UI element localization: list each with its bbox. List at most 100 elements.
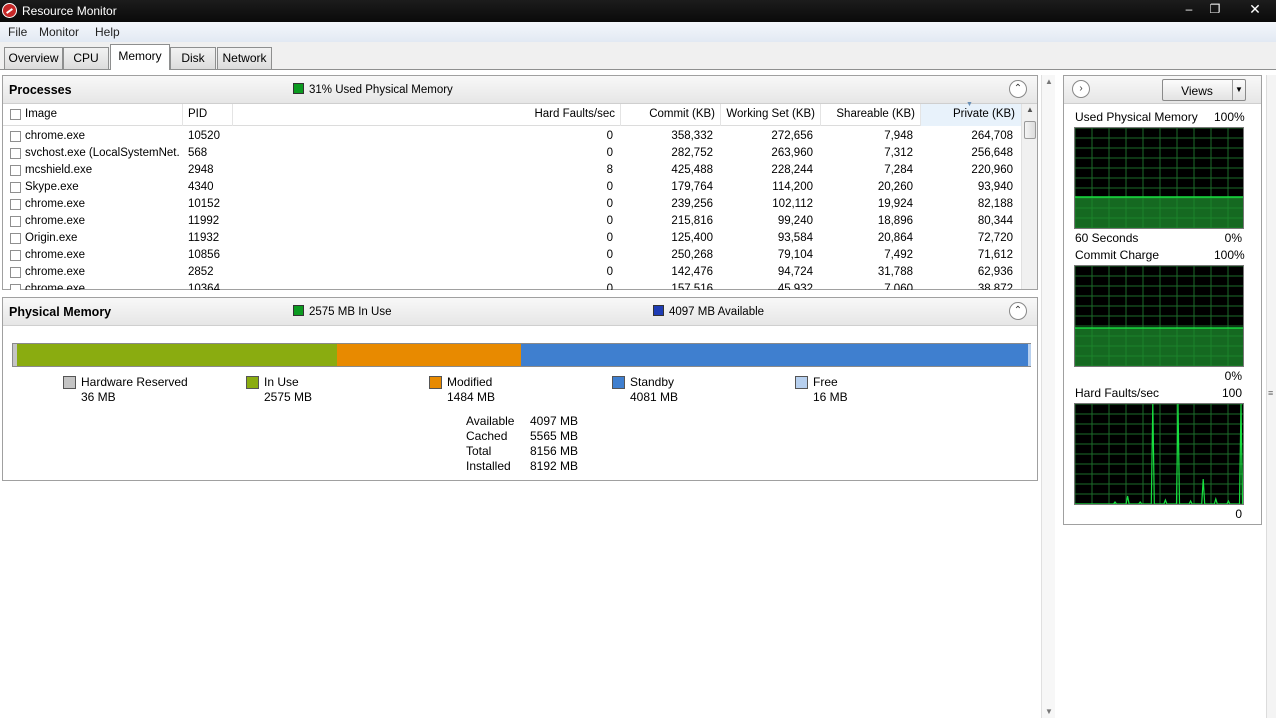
cell-shareable: 7,312 <box>884 147 913 159</box>
table-row[interactable]: svchost.exe (LocalSystemNet... 568 0 282,75… <box>3 145 1021 162</box>
cell-hard-faults: 0 <box>606 130 613 142</box>
col-private[interactable]: Private (KB) <box>923 108 1015 120</box>
splitter-grip-icon[interactable]: ≡ <box>1268 388 1273 398</box>
table-row[interactable]: mcshield.exe 2948 8 425,488 228,244 7,284 220,… <box>3 162 1021 179</box>
table-row[interactable]: Skype.exe 4340 0 179,764 114,200 20,260 93,940 <box>3 179 1021 196</box>
cell-hard-faults: 0 <box>606 198 613 210</box>
minimize-button[interactable]: – <box>1176 0 1202 18</box>
cell-working-set: 99,240 <box>777 215 813 227</box>
cell-pid: 10856 <box>188 249 220 261</box>
row-checkbox[interactable] <box>10 182 21 193</box>
column-divider[interactable] <box>820 104 821 126</box>
row-checkbox[interactable] <box>10 148 21 159</box>
table-row[interactable]: chrome.exe 2852 0 142,476 94,724 31,788 62,936 <box>3 264 1021 281</box>
col-pid[interactable]: PID <box>188 108 207 120</box>
cell-pid: 4340 <box>188 181 214 193</box>
tab-network[interactable]: Network <box>217 47 272 69</box>
processes-header[interactable]: Processes 31% Used Physical Memory ⌃ <box>3 76 1037 104</box>
legend-value: 4081 MB <box>630 390 679 404</box>
maximize-button[interactable]: ❐ <box>1202 0 1228 18</box>
table-row[interactable]: chrome.exe 10520 0 358,332 272,656 7,948 264,7… <box>3 128 1021 145</box>
column-divider[interactable] <box>182 104 183 126</box>
cell-pid: 10364 <box>188 283 220 290</box>
cell-working-set: 114,200 <box>772 181 813 193</box>
column-divider[interactable] <box>620 104 621 126</box>
tab-disk[interactable]: Disk <box>170 47 216 69</box>
views-button[interactable]: Views ▼ <box>1162 79 1246 101</box>
cell-commit: 125,400 <box>671 232 713 244</box>
chevron-up-icon: ⌃ <box>1013 305 1023 316</box>
cell-hard-faults: 0 <box>606 283 613 290</box>
col-image[interactable]: Image <box>25 108 57 120</box>
physical-memory-header[interactable]: Physical Memory 2575 MB In Use 4097 MB A… <box>3 298 1037 326</box>
cell-private: 71,612 <box>977 249 1013 261</box>
menu-help[interactable]: Help <box>95 25 120 39</box>
cell-hard-faults: 0 <box>606 232 613 244</box>
chevron-right-icon: › <box>1079 83 1083 94</box>
table-row[interactable]: chrome.exe 11992 0 215,816 99,240 18,896 80,34… <box>3 213 1021 230</box>
summary-value: 8192 MB <box>530 459 579 473</box>
cell-working-set: 45,932 <box>777 283 813 290</box>
scroll-down-arrow-icon[interactable]: ▼ <box>1045 707 1053 716</box>
tab-cpu[interactable]: CPU <box>63 47 109 69</box>
summary-value: 8156 MB <box>530 444 579 458</box>
used-memory-status: 31% Used Physical Memory <box>293 83 453 96</box>
cell-commit: 239,256 <box>671 198 713 210</box>
menu-bar: File Monitor Help <box>0 22 1276 42</box>
row-checkbox[interactable] <box>10 131 21 142</box>
row-checkbox[interactable] <box>10 284 21 290</box>
cell-working-set: 93,584 <box>777 232 813 244</box>
processes-scrollbar[interactable]: ▲ <box>1021 104 1037 289</box>
table-row[interactable]: Origin.exe 11932 0 125,400 93,584 20,864 72,72… <box>3 230 1021 247</box>
col-shareable[interactable]: Shareable (KB) <box>823 108 915 120</box>
column-divider[interactable] <box>720 104 721 126</box>
sort-descending-icon: ▼ <box>966 101 973 108</box>
commit-charge-area <box>1075 328 1243 366</box>
table-row[interactable]: chrome.exe 10856 0 250,268 79,104 7,492 71,612 <box>3 247 1021 264</box>
legend-swatch <box>63 376 76 389</box>
tab-memory[interactable]: Memory <box>110 44 170 70</box>
processes-title: Processes <box>9 83 72 97</box>
cell-image: svchost.exe (LocalSystemNet... <box>25 147 180 159</box>
col-commit[interactable]: Commit (KB) <box>623 108 715 120</box>
scroll-up-arrow-icon[interactable]: ▲ <box>1045 77 1053 86</box>
views-divider <box>1232 80 1233 100</box>
main-scrollbar[interactable]: ▲ ▼ <box>1041 75 1055 718</box>
column-divider[interactable] <box>232 104 233 126</box>
row-checkbox[interactable] <box>10 165 21 176</box>
cell-hard-faults: 0 <box>606 147 613 159</box>
collapse-processes-button[interactable]: ⌃ <box>1009 80 1027 98</box>
menu-file[interactable]: File <box>8 25 27 39</box>
commit-charge-graph <box>1074 265 1244 367</box>
cell-image: chrome.exe <box>25 266 86 278</box>
row-checkbox[interactable] <box>10 216 21 227</box>
cell-private: 38,872 <box>977 283 1013 290</box>
select-all-checkbox[interactable] <box>10 109 21 120</box>
scrollbar-thumb[interactable] <box>1024 121 1036 139</box>
legend-value: 36 MB <box>81 390 116 404</box>
cell-working-set: 263,960 <box>771 147 813 159</box>
close-button[interactable]: ✕ <box>1240 0 1270 18</box>
row-checkbox[interactable] <box>10 250 21 261</box>
expand-graph-panel-button[interactable]: › <box>1072 80 1090 98</box>
table-row[interactable]: chrome.exe 10152 0 239,256 102,112 19,924 82,1… <box>3 196 1021 213</box>
cell-commit: 250,268 <box>671 249 713 261</box>
used-physical-memory-graph <box>1074 127 1244 229</box>
resource-monitor-app-icon <box>2 3 17 18</box>
green-square-icon <box>293 305 304 316</box>
row-checkbox[interactable] <box>10 267 21 278</box>
tab-overview[interactable]: Overview <box>4 47 63 69</box>
cell-private: 264,708 <box>971 130 1013 142</box>
scroll-up-arrow-icon[interactable]: ▲ <box>1026 105 1034 114</box>
row-checkbox[interactable] <box>10 199 21 210</box>
graph-canvas <box>1075 266 1243 366</box>
row-checkbox[interactable] <box>10 233 21 244</box>
table-row[interactable]: chrome.exe 10364 0 157,516 45,932 7,060 38,872 <box>3 281 1021 290</box>
right-splitter[interactable]: ≡ <box>1266 75 1276 718</box>
col-working-set[interactable]: Working Set (KB) <box>723 108 815 120</box>
col-hard-faults[interactable]: Hard Faults/sec <box>503 108 615 120</box>
cell-image: Skype.exe <box>25 181 79 193</box>
collapse-physical-memory-button[interactable]: ⌃ <box>1009 302 1027 320</box>
menu-monitor[interactable]: Monitor <box>39 25 79 39</box>
used-physical-memory-label: Used Physical Memory <box>1075 110 1198 124</box>
